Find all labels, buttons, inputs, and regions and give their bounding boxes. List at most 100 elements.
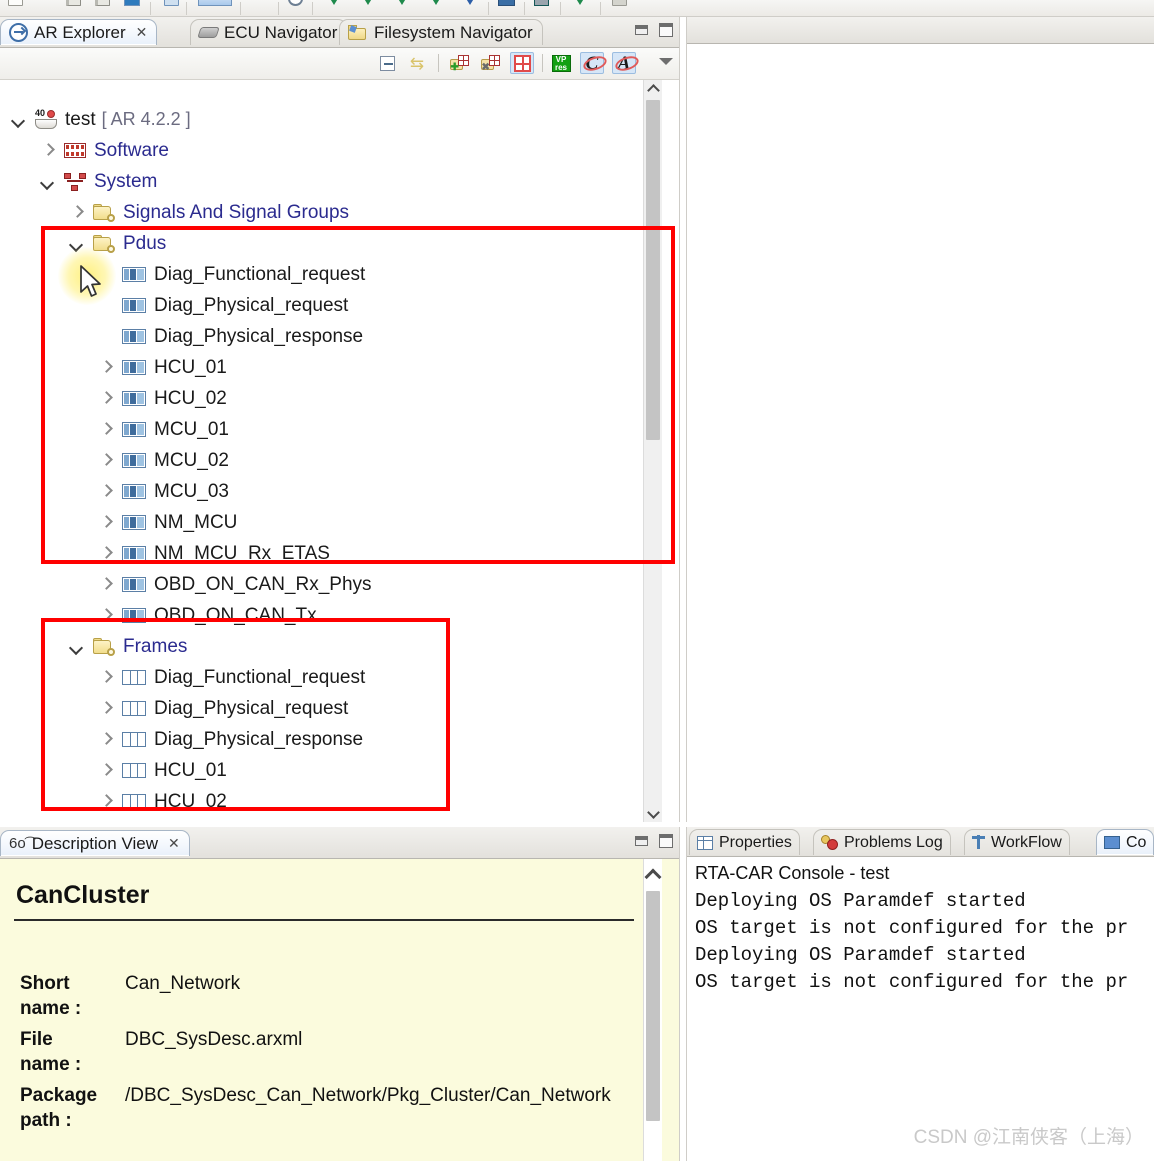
tab-console[interactable]: Co: [1096, 829, 1154, 855]
run-green-3[interactable]: [394, 0, 410, 5]
chevron-right-icon[interactable]: [99, 392, 112, 405]
view-menu-button[interactable]: [659, 58, 673, 65]
ecu-icon: [197, 27, 220, 38]
chevron-down-icon[interactable]: [70, 640, 83, 653]
pdu-icon: [122, 608, 146, 623]
scroll-up-button[interactable]: [644, 80, 662, 97]
tree-item[interactable]: MCU_03: [0, 476, 679, 507]
tree-item[interactable]: 40 test[ AR 4.2.2 ]: [0, 104, 679, 135]
tree-item[interactable]: Signals And Signal Groups: [0, 197, 679, 228]
chevron-down-icon[interactable]: [41, 175, 54, 188]
chevron-right-icon[interactable]: [41, 144, 54, 157]
chevron-right-icon[interactable]: [99, 423, 112, 436]
scrollbar-thumb[interactable]: [646, 100, 660, 440]
circle-icon[interactable]: [288, 0, 303, 6]
green-small[interactable]: [572, 0, 588, 5]
minimize-icon[interactable]: [635, 836, 648, 846]
tree-item[interactable]: HCU_02: [0, 383, 679, 414]
chevron-right-icon[interactable]: [99, 485, 112, 498]
remove-filter-button[interactable]: ✖: [478, 52, 502, 74]
tab-ar-explorer[interactable]: AR Explorer ✕: [0, 19, 158, 45]
scrollbar-thumb[interactable]: [646, 891, 660, 1121]
tree-item[interactable]: MCU_02: [0, 445, 679, 476]
tree-item[interactable]: System: [0, 166, 679, 197]
tree-item[interactable]: OBD_ON_CAN_Tx: [0, 600, 679, 631]
tree-item[interactable]: Diag_Physical_response: [0, 321, 679, 352]
run-blue[interactable]: [462, 0, 478, 5]
maximize-icon[interactable]: [659, 23, 673, 37]
pdu-icon: [122, 360, 146, 375]
link-with-editor-button[interactable]: ⇆: [405, 52, 429, 74]
book-icon[interactable]: [66, 0, 81, 6]
grid-icon[interactable]: [164, 0, 179, 6]
book2-icon[interactable]: [95, 0, 110, 6]
tab-filesystem-navigator[interactable]: Filesystem Navigator: [339, 19, 543, 45]
tree-item[interactable]: Diag_Physical_response: [0, 724, 679, 755]
tab-workflow[interactable]: WorkFlow: [964, 829, 1070, 855]
description-scrollbar[interactable]: [643, 859, 662, 1161]
tree-item[interactable]: MCU_01: [0, 817, 679, 823]
chevron-right-icon[interactable]: [99, 764, 112, 777]
minimize-icon[interactable]: [635, 25, 648, 35]
console-panel: Properties Problems Log WorkFlow Co RTA-…: [686, 827, 1154, 1161]
tree-item[interactable]: HCU_01: [0, 352, 679, 383]
tree-item[interactable]: Software: [0, 135, 679, 166]
pdu-icon: [122, 484, 146, 499]
chevron-right-icon[interactable]: [99, 702, 112, 715]
tree-item[interactable]: NM_MCU_Rx_ETAS: [0, 538, 679, 569]
panel-icon[interactable]: [612, 0, 627, 6]
tree-item[interactable]: OBD_ON_CAN_Rx_Phys: [0, 569, 679, 600]
chevron-right-icon[interactable]: [99, 454, 112, 467]
monitor-icon[interactable]: [498, 0, 515, 6]
chevron-right-icon[interactable]: [99, 733, 112, 746]
close-icon[interactable]: ✕: [136, 24, 148, 41]
run-green-1[interactable]: [326, 0, 342, 5]
new-icon[interactable]: [8, 0, 23, 6]
tree-item[interactable]: HCU_01: [0, 755, 679, 786]
tree-item[interactable]: Diag_Functional_request: [0, 662, 679, 693]
chevron-right-icon[interactable]: [99, 795, 112, 808]
a-variant-button[interactable]: A: [612, 52, 636, 74]
console-output[interactable]: RTA-CAR Console - test Deploying OS Para…: [687, 857, 1154, 1161]
tree-item[interactable]: MCU_01: [0, 414, 679, 445]
vp-res-button[interactable]: VP res: [549, 52, 573, 74]
tab-properties[interactable]: Properties: [689, 829, 800, 855]
show-grid-button[interactable]: [510, 52, 534, 74]
chevron-right-icon[interactable]: [99, 609, 112, 622]
description-tabbar: 6о͡ Description View ✕: [0, 827, 679, 859]
close-icon[interactable]: ✕: [168, 835, 180, 852]
editor-tabbar: [687, 17, 1154, 44]
tree-item[interactable]: Diag_Physical_request: [0, 693, 679, 724]
chevron-right-icon[interactable]: [70, 206, 83, 219]
tree-item[interactable]: Frames: [0, 631, 679, 662]
teal-icon[interactable]: [534, 0, 549, 6]
tab-ecu-navigator[interactable]: ECU Navigator: [190, 19, 348, 45]
chevron-right-icon[interactable]: [99, 361, 112, 374]
chevron-right-icon[interactable]: [99, 578, 112, 591]
chevron-right-icon[interactable]: [99, 671, 112, 684]
run-green-4[interactable]: [428, 0, 444, 5]
pdu-icon: [122, 546, 146, 561]
main-toolbar[interactable]: [0, 0, 1154, 17]
tree-item[interactable]: HCU_02: [0, 786, 679, 817]
tab-description-view[interactable]: 6о͡ Description View ✕: [0, 830, 190, 856]
frame-icon: [122, 670, 146, 685]
scroll-down-button[interactable]: [644, 805, 662, 822]
run-green-2[interactable]: [360, 0, 376, 5]
maximize-icon[interactable]: [659, 834, 673, 848]
editor-icon[interactable]: [198, 0, 232, 6]
scroll-up-button[interactable]: [644, 867, 662, 886]
collapse-all-button[interactable]: [375, 52, 399, 74]
ar-explorer-tree[interactable]: 40 test[ AR 4.2.2 ] Software System Signals …: [0, 80, 679, 822]
tree-scrollbar[interactable]: [643, 80, 662, 822]
c-variant-button[interactable]: C: [580, 52, 604, 74]
tab-problems-log[interactable]: Problems Log: [813, 829, 951, 855]
arrow-circle-icon: [9, 23, 28, 42]
chevron-right-icon[interactable]: [99, 516, 112, 529]
pointer-icon[interactable]: [255, 0, 270, 6]
chart-icon[interactable]: [124, 0, 140, 6]
chevron-right-icon[interactable]: [99, 547, 112, 560]
chevron-down-icon[interactable]: [12, 113, 25, 126]
add-filter-button[interactable]: ✚: [447, 52, 471, 74]
tree-item[interactable]: NM_MCU: [0, 507, 679, 538]
